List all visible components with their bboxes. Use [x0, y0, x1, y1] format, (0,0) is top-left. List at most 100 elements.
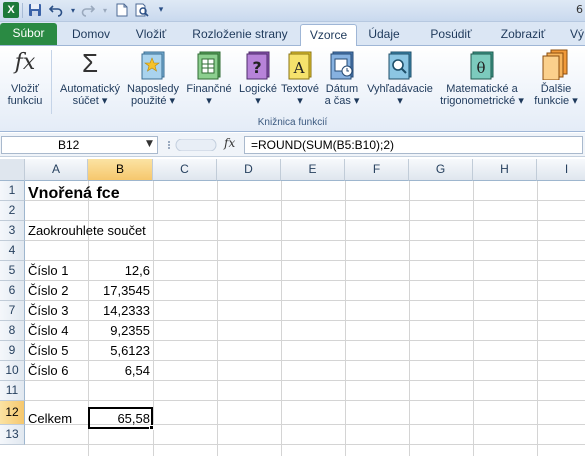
- name-box-dropdown-icon[interactable]: ▼: [146, 136, 153, 152]
- ribbon-formulas: fx Vložiť funkciu Σ Automatický súčet ▾ …: [0, 46, 585, 132]
- cell-b6[interactable]: 17,3545: [88, 281, 153, 301]
- row-header-13[interactable]: 13: [0, 425, 25, 445]
- print-preview-icon[interactable]: [134, 2, 150, 18]
- cell-a9[interactable]: Číslo 5: [28, 341, 86, 361]
- svg-text:?: ?: [252, 58, 261, 77]
- formula-bar-resize-handle[interactable]: [166, 138, 218, 152]
- column-header-e[interactable]: E: [281, 159, 345, 181]
- fx-icon: fx: [14, 50, 36, 75]
- tab-developer-partial[interactable]: Vý: [565, 24, 585, 46]
- cell-b8[interactable]: 9,2355: [88, 321, 153, 341]
- name-box[interactable]: B12: [1, 136, 158, 154]
- tab-file[interactable]: Súbor: [0, 23, 57, 45]
- row-header-1[interactable]: 1: [0, 181, 25, 201]
- datetime-book-icon: [327, 48, 357, 80]
- row-header-2[interactable]: 2: [0, 201, 25, 221]
- tab-data[interactable]: Údaje: [362, 24, 406, 46]
- more-functions-button[interactable]: Ďalšie funkcie ▾: [530, 48, 582, 107]
- lookup-book-icon: [385, 48, 415, 80]
- recently-used-button[interactable]: Naposledy použité ▾: [124, 48, 182, 107]
- gridline: [345, 181, 346, 456]
- row-header-8[interactable]: 8: [0, 321, 25, 341]
- column-header-f[interactable]: F: [345, 159, 409, 181]
- customize-dropdown-icon[interactable]: ▾: [153, 2, 169, 18]
- excel-app-icon[interactable]: X: [3, 2, 19, 18]
- tab-review[interactable]: Posúdiť: [423, 24, 479, 46]
- column-header-h[interactable]: H: [473, 159, 537, 181]
- row-header-7[interactable]: 7: [0, 301, 25, 321]
- cell-a10[interactable]: Číslo 6: [28, 361, 86, 381]
- insert-function-fx-button[interactable]: fx: [224, 136, 235, 150]
- title-partial: 6: [576, 3, 583, 16]
- new-document-icon[interactable]: [114, 2, 130, 18]
- cell-b9[interactable]: 5,6123: [88, 341, 153, 361]
- column-header-c[interactable]: C: [153, 159, 217, 181]
- cell-b5[interactable]: 12,6: [88, 261, 153, 281]
- more-functions-label-1: Ďalšie: [540, 83, 572, 95]
- column-header-b[interactable]: B: [88, 159, 153, 181]
- function-library-group-label: Knižnica funkcií: [257, 117, 328, 128]
- undo-dropdown-icon[interactable]: ▾: [65, 2, 81, 18]
- autosum-label-1: Automatický: [60, 83, 120, 95]
- svg-text:θ: θ: [476, 59, 485, 77]
- redo-dropdown-icon[interactable]: ▾: [97, 2, 113, 18]
- row-header-6[interactable]: 6: [0, 281, 25, 301]
- logical-button[interactable]: ? Logické ▾: [235, 48, 281, 107]
- redo-icon[interactable]: [80, 2, 96, 18]
- datetime-button[interactable]: Dátum a čas ▾: [322, 48, 362, 107]
- math-label-1: Matematické a: [446, 83, 518, 95]
- cell-a6[interactable]: Číslo 2: [28, 281, 86, 301]
- row-header-9[interactable]: 9: [0, 341, 25, 361]
- row-header-10[interactable]: 10: [0, 361, 25, 381]
- insert-function-label-1: Vložiť: [11, 83, 39, 95]
- text-button[interactable]: A Textové ▾: [279, 48, 321, 107]
- tab-formulas[interactable]: Vzorce: [300, 24, 357, 47]
- financial-button[interactable]: Finančné ▾: [183, 48, 235, 107]
- cell-a8[interactable]: Číslo 4: [28, 321, 86, 341]
- row-header-11[interactable]: 11: [0, 381, 25, 401]
- insert-function-button[interactable]: fx Vložiť funkciu: [2, 48, 48, 107]
- column-header-g[interactable]: G: [409, 159, 473, 181]
- fill-handle[interactable]: [149, 425, 154, 430]
- cell-a7[interactable]: Číslo 3: [28, 301, 86, 321]
- datetime-label-1: Dátum: [325, 83, 359, 95]
- column-header-a[interactable]: A: [25, 159, 88, 181]
- gridline: [217, 181, 218, 456]
- lookup-button[interactable]: Vyhľadávacie ▾: [362, 48, 438, 107]
- tab-page-layout[interactable]: Rozloženie strany: [184, 24, 296, 46]
- row-header-12[interactable]: 12: [0, 401, 25, 425]
- toolbar-separator: [22, 3, 23, 18]
- tab-insert[interactable]: Vložiť: [124, 24, 178, 46]
- cell-b10[interactable]: 6,54: [88, 361, 153, 381]
- math-trig-button[interactable]: θ Matematické a trigonometrické ▾: [436, 48, 528, 107]
- row-header-3[interactable]: 3: [0, 221, 25, 241]
- row-header-5[interactable]: 5: [0, 261, 25, 281]
- undo-icon[interactable]: [48, 2, 64, 18]
- gridline: [25, 444, 585, 445]
- more-functions-book-icon: [541, 48, 571, 81]
- cell-a1[interactable]: Vnořená fce: [28, 182, 208, 206]
- cell-a3[interactable]: Zaokrouhlete součet: [28, 221, 208, 241]
- logical-book-icon: ?: [243, 48, 273, 80]
- financial-label: Finančné: [186, 83, 232, 95]
- select-all-corner[interactable]: [0, 159, 25, 181]
- text-dropdown-icon: ▾: [297, 95, 303, 107]
- formula-input[interactable]: =ROUND(SUM(B5:B10);2): [244, 136, 583, 154]
- ribbon-tabs: Súbor Domov Vložiť Rozloženie strany Vzo…: [0, 22, 585, 47]
- row-header-4[interactable]: 4: [0, 241, 25, 261]
- spreadsheet-grid[interactable]: A B C D E F G H I 1 2 3 4 5 6 7 8 9 10 1…: [0, 157, 585, 456]
- save-icon[interactable]: [27, 2, 43, 18]
- cell-a12[interactable]: Celkem: [28, 409, 86, 429]
- cell-b7[interactable]: 14,2333: [88, 301, 153, 321]
- financial-book-icon: [194, 48, 224, 80]
- column-header-i[interactable]: I: [537, 159, 585, 181]
- lookup-label: Vyhľadávacie: [367, 83, 433, 95]
- autosum-button[interactable]: Σ Automatický súčet ▾: [55, 48, 125, 107]
- tab-home[interactable]: Domov: [63, 24, 119, 46]
- column-header-d[interactable]: D: [217, 159, 281, 181]
- lookup-dropdown-icon: ▾: [397, 95, 403, 107]
- text-book-icon: A: [285, 48, 315, 80]
- tab-view[interactable]: Zobraziť: [493, 24, 553, 46]
- gridline: [473, 181, 474, 456]
- cell-a5[interactable]: Číslo 1: [28, 261, 86, 281]
